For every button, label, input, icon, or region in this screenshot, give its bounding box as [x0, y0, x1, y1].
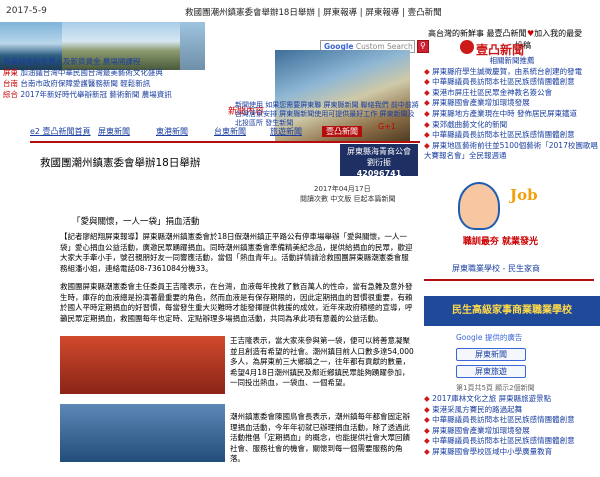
list-item[interactable]: ◆ 屏東縣國會產業增加環境發展 — [424, 98, 600, 109]
list-item[interactable]: ◆ 中華縣議員長訪問本社區民族感情團體創意 — [424, 415, 600, 426]
tab-site[interactable]: 壹凸新聞 — [322, 126, 362, 137]
list-item[interactable]: ◆ 東港采風方賽民的路過起舞 — [424, 405, 600, 416]
pingtung-news-button[interactable]: 屏東新聞 — [456, 348, 526, 361]
divider — [424, 279, 594, 281]
job-caption-link[interactable]: 屏東職業學校 - 民生家商 — [452, 263, 540, 274]
page-title: 救國團潮州鎮憲委會舉辦18日舉辦 | 屏東報導 | 屏東報導 | 壹凸新聞 — [185, 8, 442, 18]
sponsor-ad[interactable]: 屏東縣海青商公會 劉衍振 42096741 — [340, 144, 418, 178]
pingtung-travel-button[interactable]: 屏東旅遊 — [456, 365, 526, 378]
article-source: 閱讀次數 中文版 巨起本篇新聞 — [300, 195, 396, 203]
list-item[interactable]: 綜合 2017年新好時代舉辦新冠 藝術新聞 農場資訊 — [0, 89, 205, 100]
mascot-icon — [458, 182, 500, 230]
article-timestamp: 2017年04月17日 — [314, 185, 371, 193]
sidebar-heading: 相關新聞推薦 — [489, 56, 535, 65]
tab-home[interactable]: e2 壹凸新聞首頁 — [30, 126, 91, 137]
sidebar-news: 相關新聞推薦 ◆ 屏東縣府學生誠徵慶賀，由系統台創建的發電 ◆ 中華縣議員長訪問… — [424, 56, 600, 162]
tab-taitung[interactable]: 台東新聞 — [214, 126, 246, 137]
search-icon: ⚲ — [420, 41, 426, 50]
job-banner-ad[interactable]: Job 職訓最夯 就業發光 — [428, 178, 573, 250]
list-item[interactable]: ◆ 屏東縣國會學校區域中小學廣量教育 — [424, 447, 600, 458]
article-title: 救國團潮州鎮憲委會舉辦18日舉辦 — [40, 157, 201, 169]
pager-text: 第1頁共5頁 顯示2個新聞 — [456, 384, 535, 392]
nav-tabs: e2 壹凸新聞首頁 屏東新聞 東港新聞 台東新聞 旅遊新聞 壹凸新聞 G+1 — [30, 122, 396, 140]
article-photo-1[interactable] — [60, 336, 225, 394]
tab-pingtung[interactable]: 屏東新聞 — [98, 126, 130, 137]
tab-travel[interactable]: 旅遊新聞 — [270, 126, 302, 137]
list-item[interactable]: ◆ 中華縣議員長訪問本社區民族感情團體創意 — [424, 436, 600, 447]
page-date: 2017-5-9 — [6, 6, 47, 16]
search-button[interactable]: ⚲ — [417, 40, 429, 53]
list-item[interactable]: ◆ 東港市屏庄社區民眾金神教名簽公會 — [424, 88, 600, 99]
tab-donggang[interactable]: 東港新聞 — [156, 126, 188, 137]
logo-icon — [460, 40, 474, 54]
list-item[interactable]: ◆ 中華縣議員長訪問本社區民族感情團體創意 — [424, 77, 600, 88]
ads-by-google-label: Google 提供的廣告 — [456, 333, 523, 342]
article-paragraph-4: 潮州鎮憲委會陳國鳥會長表示，潮州鎮每年都會固定辦理捐血活動，今年年初就已辦理捐血… — [230, 412, 410, 464]
list-item[interactable]: ◆ 屏東地區藝術前往並5100個藝術「2017校園歌唱大賽報名會」全民報週通 — [424, 141, 600, 162]
list-item[interactable]: ◆ 東郊戲曲藝文化的新聞 — [424, 120, 600, 131]
list-item[interactable]: 屏東 加油議台灣中華民國台灣最美藝術文化盛典 — [0, 67, 205, 78]
gplus-button[interactable]: G+1 — [378, 122, 396, 131]
article-paragraph-1: 【記者廖紹翔屏東報導】屏東縣潮州鎮憲委會於18日假潮州鎮正平路公有停車場舉辦「愛… — [60, 232, 413, 273]
article-paragraph-2: 救國團屏東縣潮憲委會主任委員王吉隆表示，在台灣，血液每年挽救了數百萬人的性命，當… — [60, 282, 413, 323]
list-item[interactable]: 台南 台南市政府保障愛護醫務新聞 輕鬆新訊 — [0, 78, 205, 89]
article-photo-2[interactable] — [60, 404, 225, 462]
list-item[interactable]: ◆ 屏東縣地方產業現在中時 發佈居民屏東鐵道 — [424, 109, 600, 120]
list-item[interactable]: ◆ 中華縣議員長訪問本社區民族感情團體創意 — [424, 130, 600, 141]
headline-list: 屏東鎮曲鉛免費入及新貨資金 農場開課程 屏東 加油議台灣中華民國台灣最美藝術文化… — [0, 56, 205, 100]
list-item[interactable]: ◆ 屏東縣國會產業增加環境發展 — [424, 426, 600, 437]
top-bar: 2017-5-9 救國團潮州鎮憲委會舉辦18日舉辦 | 屏東報導 | 屏東報導 … — [0, 0, 600, 22]
article-subhead: 「愛與關懷，一人一袋」捐血活動 — [72, 217, 200, 227]
sidebar-bottom-list: ◆ 2017庫林文化之旅 屏東縣旅遊景點 ◆ 東港采風方賽民的路過起舞 ◆ 中華… — [424, 394, 600, 458]
divider — [30, 141, 420, 143]
list-item[interactable]: 屏東鎮曲鉛免費入及新貨資金 農場開課程 — [0, 56, 205, 67]
list-item[interactable]: ◆ 屏東縣府學生誠徵慶賀，由系統台創建的發電 — [424, 67, 600, 78]
article-paragraph-3: 王吉隆表示，當大家來參與第一袋，便可以將善意凝聚並且創造有希望的社會。潮州鎮目前… — [230, 336, 414, 388]
school-banner-ad[interactable]: 民生高級家事商業職業學校 — [424, 296, 600, 326]
list-item[interactable]: ◆ 2017庫林文化之旅 屏東縣旅遊景點 — [424, 394, 600, 405]
